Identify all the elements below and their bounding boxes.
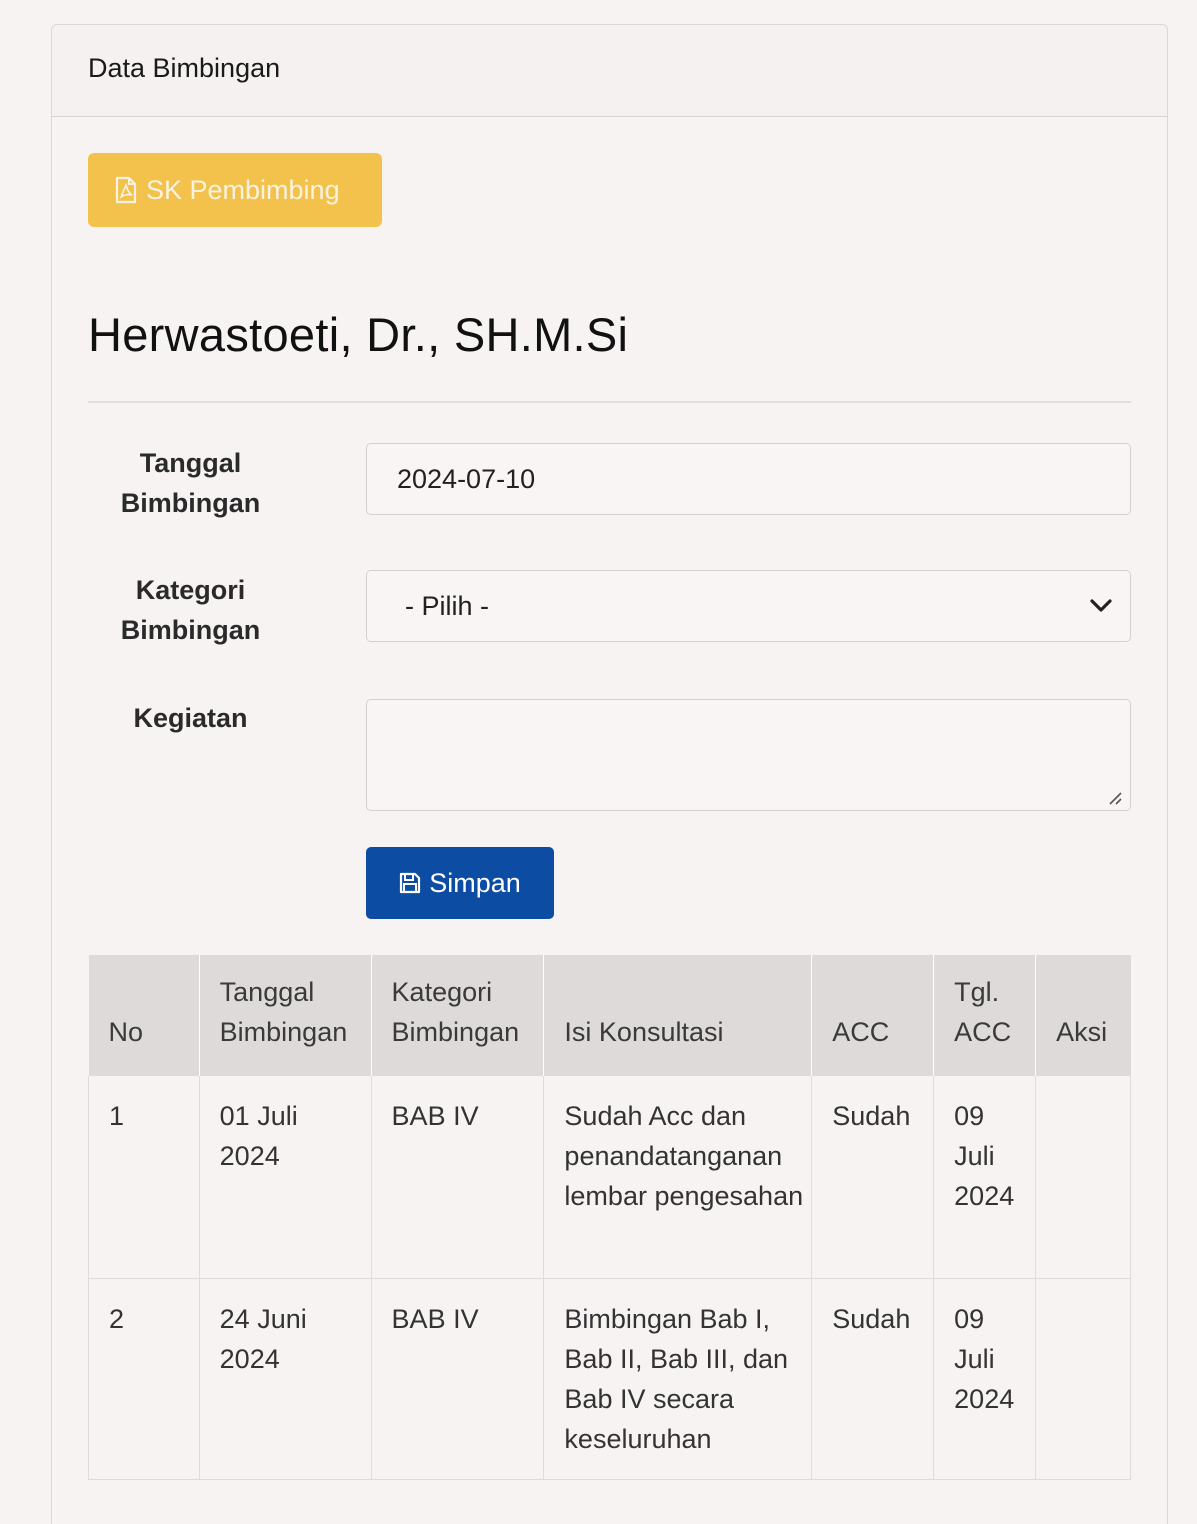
header-kategori-bimbingan: Kategori Bimbingan xyxy=(371,955,545,1076)
card-header: Data Bimbingan xyxy=(52,25,1167,117)
header-tanggal-bimbingan: Tanggal Bimbingan xyxy=(199,955,372,1076)
kegiatan-textarea[interactable] xyxy=(366,699,1131,811)
table-row: 2 24 Juni 2024 BAB IV Bimbingan Bab I, B… xyxy=(88,1278,1131,1480)
cell-aksi xyxy=(1035,1278,1131,1480)
cell-tanggal: 24 Juni 2024 xyxy=(199,1278,372,1480)
cell-tgl-acc: 09 Juli 2024 xyxy=(933,1278,1037,1480)
chevron-down-icon xyxy=(1090,599,1112,613)
cell-kategori: BAB IV xyxy=(371,1278,545,1480)
header-tgl-acc: Tgl. ACC xyxy=(933,955,1037,1076)
cell-tanggal: 01 Juli 2024 xyxy=(199,1076,372,1279)
simpan-label: Simpan xyxy=(429,867,521,898)
card-title: Data Bimbingan xyxy=(88,53,281,83)
cell-kategori: BAB IV xyxy=(371,1076,545,1279)
table-header-row: No Tanggal Bimbingan Kategori Bimbingan … xyxy=(88,955,1131,1076)
simpan-button[interactable]: Simpan xyxy=(366,847,554,919)
cell-aksi xyxy=(1035,1076,1131,1279)
kategori-bimbingan-select[interactable]: - Pilih - xyxy=(366,570,1131,642)
header-no: No xyxy=(88,955,200,1076)
header-aksi: Aksi xyxy=(1035,955,1131,1076)
resize-grip-icon[interactable] xyxy=(1106,789,1122,810)
kategori-bimbingan-label: Kategori Bimbingan xyxy=(120,575,261,645)
cell-no: 1 xyxy=(88,1076,200,1279)
kegiatan-label: Kegiatan xyxy=(133,703,248,733)
sk-pembimbing-button[interactable]: SK Pembimbing xyxy=(88,153,382,227)
table-row: 1 01 Juli 2024 BAB IV Sudah Acc dan pena… xyxy=(88,1076,1131,1279)
sk-pembimbing-label: SK Pembimbing xyxy=(146,174,340,205)
data-bimbingan-card: Data Bimbingan SK Pembimbing Herwastoeti… xyxy=(51,24,1168,1524)
tanggal-bimbingan-input[interactable] xyxy=(366,443,1131,515)
header-isi-konsultasi: Isi Konsultasi xyxy=(543,955,813,1076)
save-icon xyxy=(399,872,429,894)
cell-acc: Sudah xyxy=(811,1278,935,1480)
cell-isi-konsultasi: Sudah Acc dan penandatanganan lembar pen… xyxy=(543,1076,813,1279)
cell-tgl-acc: 09 Juli 2024 xyxy=(933,1076,1037,1279)
tanggal-bimbingan-label: Tanggal Bimbingan xyxy=(120,448,261,518)
kategori-selected-value: - Pilih - xyxy=(405,590,490,621)
cell-isi-konsultasi: Bimbingan Bab I, Bab II, Bab III, dan Ba… xyxy=(543,1278,813,1480)
lecturer-name: Herwastoeti, Dr., SH.M.Si xyxy=(88,308,629,361)
header-acc: ACC xyxy=(811,955,935,1076)
file-pdf-icon xyxy=(114,176,146,204)
bimbingan-table: No Tanggal Bimbingan Kategori Bimbingan … xyxy=(88,955,1131,1480)
cell-acc: Sudah xyxy=(811,1076,935,1279)
cell-no: 2 xyxy=(88,1278,200,1480)
section-divider xyxy=(88,401,1131,403)
